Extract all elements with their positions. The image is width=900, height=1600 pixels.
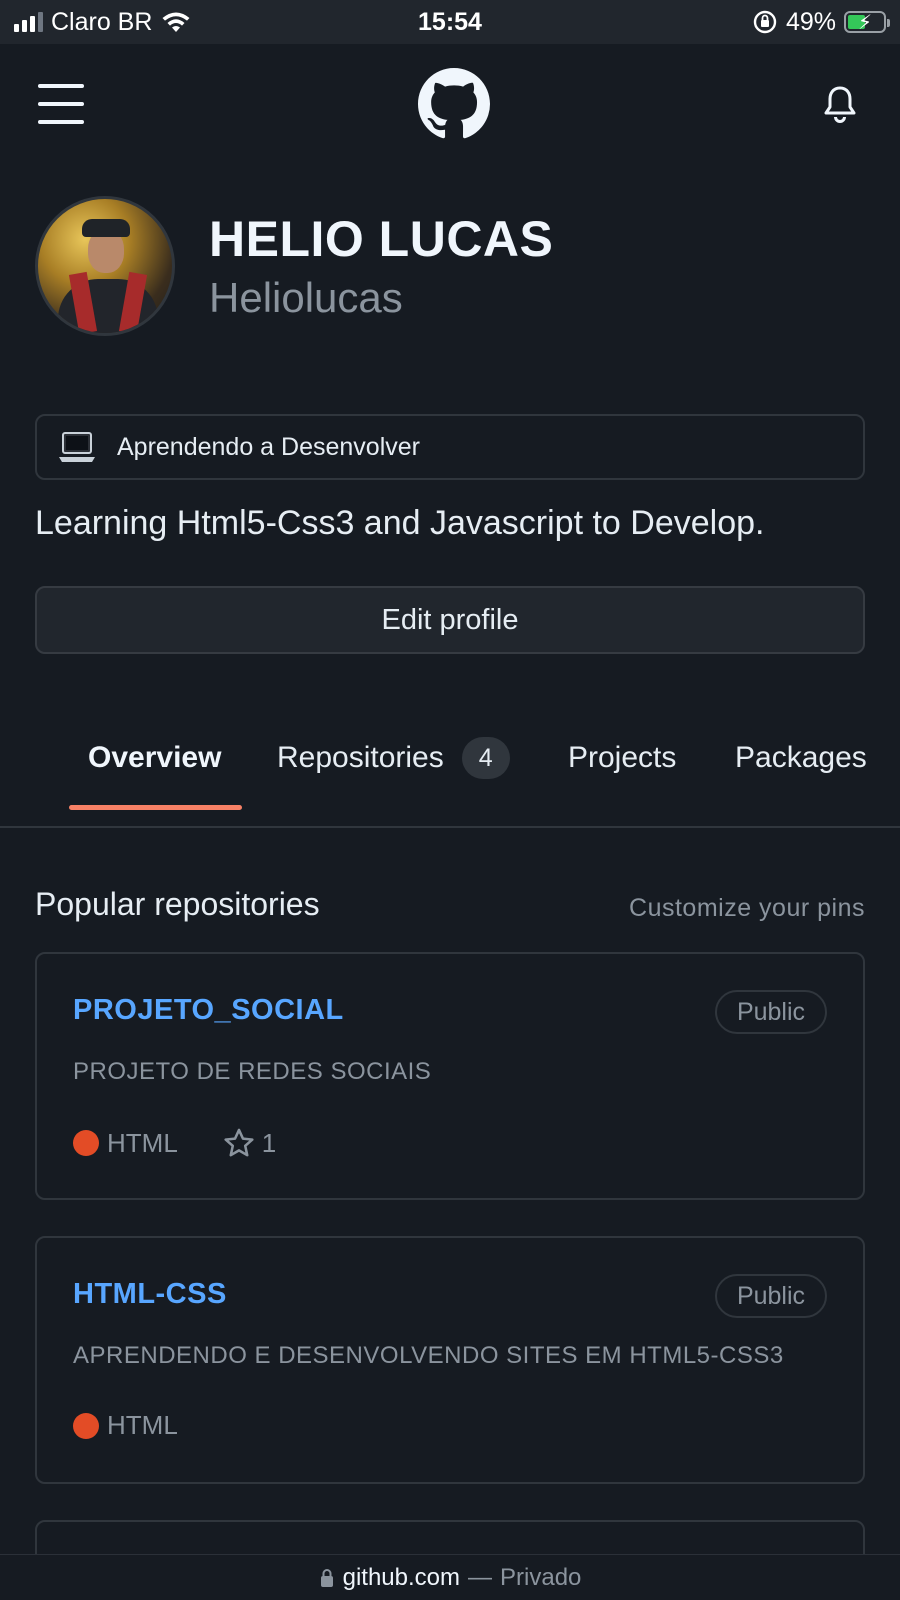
repo-name-link[interactable]: PROJETO_SOCIAL — [73, 994, 344, 1027]
app-header — [0, 44, 900, 164]
avatar[interactable] — [35, 196, 175, 336]
tab-overview[interactable]: Overview — [88, 728, 221, 788]
profile-names: HELIO LUCAS Heliolucas — [209, 210, 553, 322]
language-color-dot — [73, 1412, 99, 1439]
status-bar: Claro BR 15:54 49% ⚡ — [0, 0, 900, 44]
hamburger-menu-icon[interactable] — [38, 84, 84, 124]
repo-language: HTML — [107, 1410, 178, 1440]
repo-name-link[interactable]: HTML-CSS — [73, 1278, 227, 1311]
tab-label: Projects — [568, 741, 677, 774]
tab-repositories[interactable]: Repositories 4 — [277, 728, 510, 788]
display-name: HELIO LUCAS — [209, 211, 554, 267]
private-mode-label: Privado — [500, 1563, 582, 1591]
bell-icon[interactable] — [818, 82, 862, 126]
repo-meta: HTML — [73, 1410, 178, 1441]
profile-summary: HELIO LUCAS Heliolucas — [35, 196, 553, 336]
active-tab-indicator — [69, 805, 242, 810]
tab-projects[interactable]: Projects — [568, 728, 676, 788]
divider — [0, 826, 900, 828]
repo-language: HTML — [107, 1127, 178, 1158]
tab-packages[interactable]: Packages — [735, 728, 867, 788]
visibility-badge: Public — [715, 1274, 827, 1318]
stars[interactable]: 1 — [222, 1126, 276, 1160]
status-bar-right: 49% ⚡ — [752, 7, 890, 37]
repo-description: PROJETO DE REDES SOCIAIS — [73, 1058, 432, 1085]
url-separator: — — [468, 1563, 493, 1591]
orientation-lock-icon — [753, 10, 777, 34]
github-logo-icon[interactable] — [418, 68, 490, 140]
carrier-label: Claro BR — [51, 7, 153, 36]
profile-bio: Learning Html5-Css3 and Javascript to De… — [35, 504, 765, 542]
repo-meta: HTML 1 — [73, 1126, 276, 1160]
charging-bolt-icon: ⚡ — [858, 12, 873, 34]
star-count: 1 — [261, 1127, 277, 1158]
lock-icon — [320, 1568, 333, 1587]
star-icon — [224, 1128, 254, 1157]
status-bar-left: Claro BR — [14, 8, 192, 37]
battery-percent: 49% — [785, 7, 836, 36]
battery-charging-icon: ⚡ — [844, 11, 890, 34]
tab-label: Packages — [735, 741, 867, 774]
status-text: Aprendendo a Desenvolver — [117, 432, 420, 461]
signal-icon — [14, 12, 43, 32]
tab-label: Overview — [88, 741, 222, 774]
section-title: Popular repositories — [35, 886, 320, 922]
wifi-icon — [162, 12, 190, 32]
url-host: github.com — [342, 1563, 461, 1591]
username: Heliolucas — [209, 274, 403, 321]
repo-description: APRENDENDO E DESENVOLVENDO SITES EM HTML… — [73, 1342, 784, 1369]
profile-tabs: Overview Repositories 4 Projects Package… — [0, 728, 900, 828]
visibility-badge: Public — [715, 990, 827, 1034]
repo-card[interactable]: PROJETO_SOCIAL Public PROJETO DE REDES S… — [35, 952, 865, 1200]
browser-url-bar[interactable]: github.com — Privado — [0, 1554, 900, 1600]
language-color-dot — [73, 1130, 99, 1156]
repo-card[interactable]: HTML-CSS Public APRENDENDO E DESENVOLVEN… — [35, 1236, 865, 1484]
edit-profile-button[interactable]: Edit profile — [35, 586, 865, 654]
repositories-count-badge: 4 — [461, 737, 510, 779]
customize-pins-link[interactable]: Customize your pins — [629, 894, 865, 923]
laptop-icon — [59, 432, 95, 462]
tab-label: Repositories — [277, 741, 444, 774]
user-status[interactable]: Aprendendo a Desenvolver — [35, 414, 865, 480]
